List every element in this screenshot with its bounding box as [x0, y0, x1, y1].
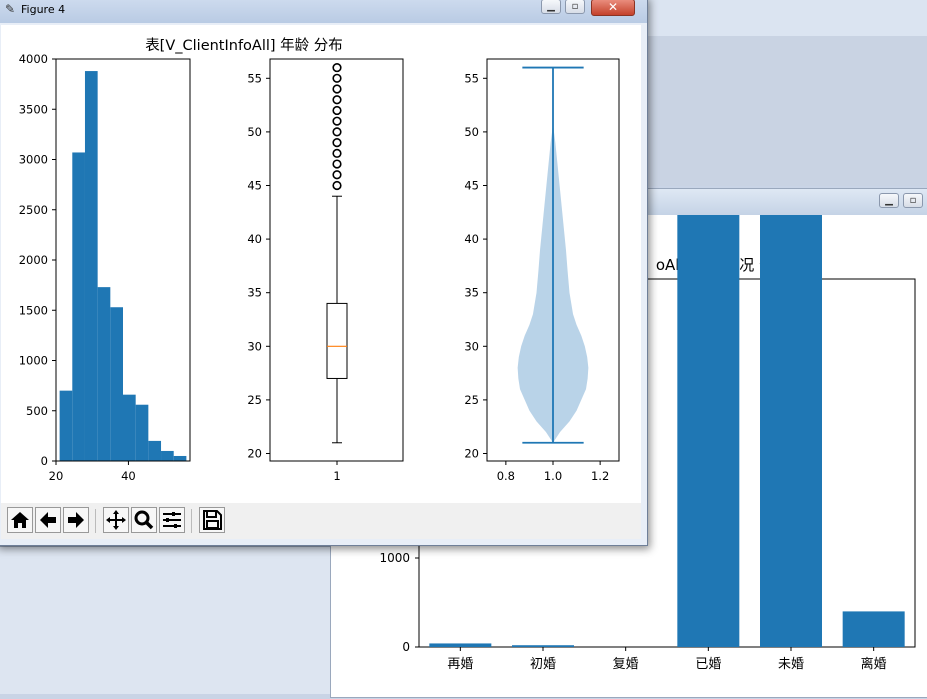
back-arrow-icon — [40, 512, 56, 528]
x-tick-label: 初婚 — [530, 657, 556, 672]
outlier-point — [332, 105, 342, 116]
x-tick-label: 已婚 — [695, 657, 721, 672]
x-tick-label: 1.0 — [544, 469, 562, 483]
y-tick-label: 50 — [464, 125, 479, 139]
maximize-button[interactable]: ▫ — [565, 0, 585, 14]
bar — [677, 215, 740, 647]
back-button[interactable] — [35, 507, 61, 533]
outlier-point — [332, 148, 342, 158]
y-tick-label: 40 — [247, 232, 262, 246]
y-tick-label: 50 — [247, 125, 262, 139]
x-tick-label: 40 — [121, 469, 136, 483]
background-window-bottom — [0, 546, 330, 694]
y-tick-label: 3000 — [19, 153, 48, 167]
histogram-bar — [161, 450, 174, 461]
minimize-button[interactable]: ▁ — [541, 0, 561, 14]
y-tick-label: 1000 — [19, 354, 48, 368]
home-button[interactable] — [7, 507, 33, 533]
bar — [429, 643, 492, 647]
zoom-icon — [134, 510, 154, 530]
y-tick-label: 55 — [247, 71, 262, 85]
y-tick-label: 2000 — [19, 253, 48, 267]
zoom-button[interactable] — [131, 507, 157, 533]
outlier-point — [332, 73, 342, 83]
close-button[interactable]: ✕ — [591, 0, 635, 16]
save-icon — [203, 510, 222, 530]
y-tick-label: 45 — [247, 178, 262, 192]
y-tick-label: 35 — [247, 286, 262, 300]
x-tick-label: 复婚 — [613, 657, 639, 672]
histogram-bar — [173, 455, 187, 461]
histogram-bar — [84, 71, 98, 461]
outlier-point — [332, 84, 342, 94]
y-tick-label: 1500 — [19, 303, 48, 317]
outlier-point — [332, 127, 342, 137]
age-distribution-figure: 表[V_ClientInfoAll] 年龄 分布 050010001500200… — [19, 37, 620, 483]
outlier-point — [332, 180, 342, 191]
navigation-toolbar — [1, 503, 641, 539]
toolbar-separator — [191, 509, 192, 533]
outlier-point — [332, 95, 342, 105]
y-tick-label: 25 — [464, 393, 479, 407]
minimize-button[interactable]: ▁ — [879, 193, 899, 208]
x-tick-label: 未婚 — [778, 657, 804, 672]
y-tick-label: 3500 — [19, 102, 48, 116]
forward-arrow-icon — [68, 512, 84, 528]
histogram-bar — [123, 394, 136, 461]
outlier-point — [332, 170, 342, 180]
save-button[interactable] — [199, 507, 225, 533]
background-window-strip — [647, 0, 927, 37]
histogram-bar — [59, 390, 73, 461]
y-tick-label: 2500 — [19, 203, 48, 217]
bar — [842, 611, 905, 647]
y-tick-label: 20 — [247, 446, 262, 460]
histogram-bar — [72, 152, 85, 461]
y-tick-label: 25 — [247, 393, 262, 407]
histogram-bar — [110, 307, 123, 461]
figure-canvas[interactable]: 表[V_ClientInfoAll] 年龄 分布 0 500 1000 1500 200… — [1, 25, 641, 503]
outlier-point — [332, 159, 342, 169]
x-tick-label: 1.2 — [591, 469, 609, 483]
toolbar-separator — [95, 509, 96, 533]
feather-icon: ✎ — [5, 2, 16, 16]
x-tick-label: 0.8 — [497, 469, 515, 483]
pan-button[interactable] — [103, 507, 129, 533]
bar — [760, 215, 822, 647]
y-tick-label: 35 — [464, 286, 479, 300]
configure-icon — [163, 512, 181, 528]
x-tick-label: 再婚 — [447, 657, 473, 672]
window-titlebar[interactable]: ✎ Figure 4 ▁ ▫ ✕ — [0, 0, 647, 23]
histogram-bar — [97, 287, 111, 461]
y-tick-label: 0 — [41, 454, 48, 468]
outlier-point — [332, 62, 342, 73]
y-tick-label: 55 — [464, 71, 479, 85]
figure-window[interactable]: ✎ Figure 4 ▁ ▫ ✕ 表[V_ClientInfoAll] 年龄 分… — [0, 0, 648, 546]
outlier-point — [332, 138, 342, 148]
background-desktop-area — [647, 36, 927, 186]
x-tick-label: 离婚 — [861, 656, 887, 672]
y-tick-label: 30 — [247, 339, 262, 353]
histogram-bar — [148, 440, 162, 461]
y-tick-label: 500 — [26, 404, 48, 418]
maximize-button[interactable]: ▫ — [903, 193, 923, 208]
y-tick-label: 4000 — [19, 52, 48, 66]
y-tick-label: 40 — [464, 232, 479, 246]
x-tick-label: 20 — [49, 469, 64, 483]
forward-button[interactable] — [63, 507, 89, 533]
y-tick-label: 1000 — [379, 551, 410, 565]
window-title: Figure 4 — [21, 3, 66, 16]
outlier-point — [332, 116, 342, 126]
y-tick-label: 30 — [464, 339, 479, 353]
box — [326, 302, 348, 379]
y-tick-label: 0 — [402, 640, 410, 654]
y-tick-label: 45 — [464, 178, 479, 192]
x-tick-label: 1 — [333, 469, 340, 483]
histogram-bar — [135, 404, 149, 461]
home-icon — [11, 512, 29, 528]
configure-button[interactable] — [159, 507, 185, 533]
bar — [512, 645, 574, 647]
pan-icon — [106, 510, 126, 530]
y-tick-label: 20 — [464, 446, 479, 460]
figure-title: 表[V_ClientInfoAll] 年龄 分布 — [145, 37, 343, 54]
